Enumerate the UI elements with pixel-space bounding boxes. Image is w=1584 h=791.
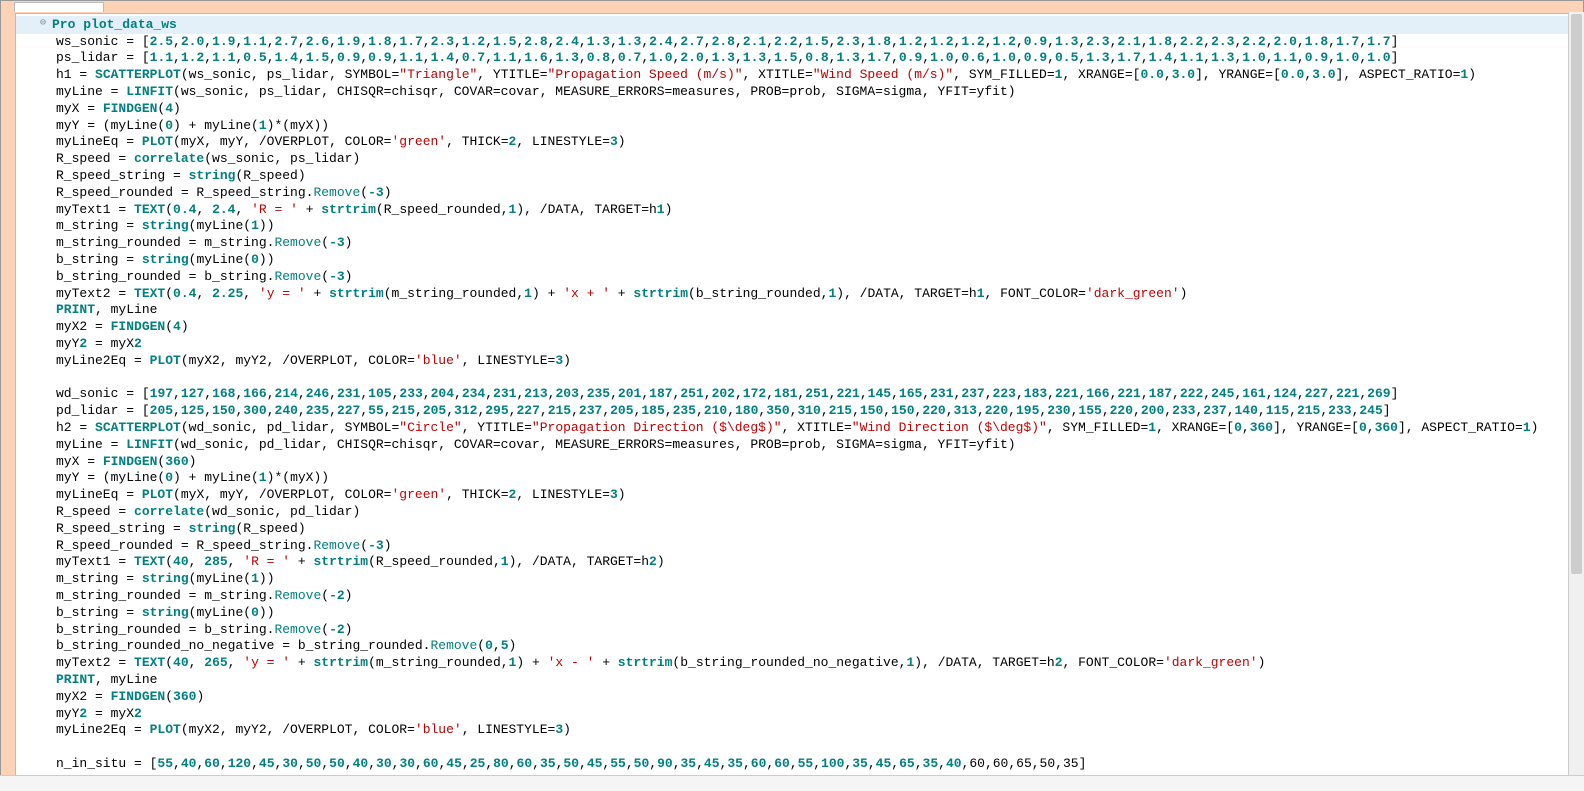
code-line[interactable]: myX = FINDGEN(360) (16, 454, 1568, 471)
code-line[interactable]: R_speed_rounded = R_speed_string.Remove(… (16, 185, 1568, 202)
editor-tab[interactable] (14, 2, 104, 12)
fold-icon[interactable]: ⊖ (40, 16, 52, 33)
code-line[interactable]: myText2 = TEXT(40, 265, 'y = ' + strtrim… (16, 655, 1568, 672)
vertical-scrollbar-thumb[interactable] (1571, 14, 1582, 574)
code-line[interactable]: myX2 = FINDGEN(4) (16, 319, 1568, 336)
code-line[interactable] (16, 739, 1568, 756)
code-line[interactable]: m_string = string(myLine(1)) (16, 571, 1568, 588)
code-line[interactable]: myText2 = TEXT(0.4, 2.25, 'y = ' + strtr… (16, 286, 1568, 303)
code-line[interactable]: R_speed_string = string(R_speed) (16, 521, 1568, 538)
code-line[interactable]: ws_sonic = [2.5,2.0,1.9,1.1,2.7,2.6,1.9,… (16, 34, 1568, 51)
code-line[interactable]: myY = (myLine(0) + myLine(1)*(myX)) (16, 470, 1568, 487)
code-line[interactable]: myLine = LINFIT(ws_sonic, ps_lidar, CHIS… (16, 84, 1568, 101)
code-line[interactable]: h1 = SCATTERPLOT(ws_sonic, ps_lidar, SYM… (16, 67, 1568, 84)
code-line[interactable]: myY = (myLine(0) + myLine(1)*(myX)) (16, 118, 1568, 135)
code-line[interactable]: R_speed = correlate(ws_sonic, ps_lidar) (16, 151, 1568, 168)
code-line[interactable]: myY2 = myX2 (16, 336, 1568, 353)
code-line[interactable]: n_in_situ = [55,40,60,120,45,30,50,50,40… (16, 756, 1568, 773)
code-line[interactable]: pd_lidar = [205,125,150,300,240,235,227,… (16, 403, 1568, 420)
code-line[interactable]: h2 = SCATTERPLOT(wd_sonic, pd_lidar, SYM… (16, 420, 1568, 437)
code-line[interactable]: myLine = LINFIT(wd_sonic, pd_lidar, CHIS… (16, 437, 1568, 454)
code-line[interactable]: PRINT, myLine (16, 672, 1568, 689)
code-line[interactable]: myX2 = FINDGEN(360) (16, 689, 1568, 706)
code-line[interactable] (16, 370, 1568, 387)
status-bar (0, 775, 1584, 791)
code-line[interactable]: b_string = string(myLine(0)) (16, 252, 1568, 269)
code-editor[interactable]: ⊖Pro plot_data_wsws_sonic = [2.5,2.0,1.9… (15, 13, 1569, 776)
code-line[interactable]: myLineEq = PLOT(myX, myY, /OVERPLOT, COL… (16, 487, 1568, 504)
code-line[interactable]: m_string_rounded = m_string.Remove(-3) (16, 235, 1568, 252)
code-line[interactable]: myText1 = TEXT(40, 285, 'R = ' + strtrim… (16, 554, 1568, 571)
code-line[interactable]: R_speed_string = string(R_speed) (16, 168, 1568, 185)
code-line[interactable]: m_string_rounded = m_string.Remove(-2) (16, 588, 1568, 605)
code-line[interactable]: PRINT, myLine (16, 302, 1568, 319)
code-line[interactable]: m_string = string(myLine(1)) (16, 218, 1568, 235)
code-line[interactable]: wd_sonic = [197,127,168,166,214,246,231,… (16, 386, 1568, 403)
code-line[interactable]: myLine2Eq = PLOT(myX2, myY2, /OVERPLOT, … (16, 353, 1568, 370)
code-line[interactable]: b_string_rounded_no_negative = b_string_… (16, 638, 1568, 655)
code-line[interactable]: myY2 = myX2 (16, 706, 1568, 723)
code-line[interactable]: b_string = string(myLine(0)) (16, 605, 1568, 622)
vertical-scrollbar[interactable] (1568, 12, 1584, 775)
code-line[interactable]: R_speed = correlate(wd_sonic, pd_lidar) (16, 504, 1568, 521)
code-line[interactable]: b_string_rounded = b_string.Remove(-3) (16, 269, 1568, 286)
procedure-declaration[interactable]: ⊖Pro plot_data_ws (16, 16, 1568, 34)
code-line[interactable]: R_speed_rounded = R_speed_string.Remove(… (16, 538, 1568, 555)
code-line[interactable]: myText1 = TEXT(0.4, 2.4, 'R = ' + strtri… (16, 202, 1568, 219)
code-line[interactable]: ps_lidar = [1.1,1.2,1.1,0.5,1.4,1.5,0.9,… (16, 50, 1568, 67)
code-line[interactable]: myLine2Eq = PLOT(myX2, myY2, /OVERPLOT, … (16, 722, 1568, 739)
code-line[interactable]: myX = FINDGEN(4) (16, 101, 1568, 118)
code-line[interactable]: myLineEq = PLOT(myX, myY, /OVERPLOT, COL… (16, 134, 1568, 151)
code-line[interactable]: b_string_rounded = b_string.Remove(-2) (16, 622, 1568, 639)
